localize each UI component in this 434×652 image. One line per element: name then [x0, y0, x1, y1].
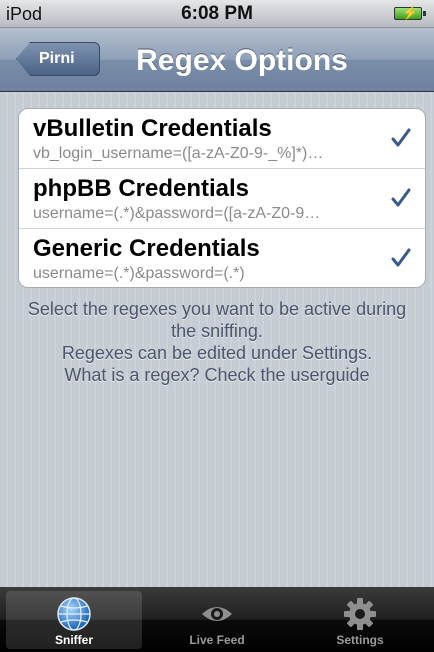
help-text: Select the regexes you want to be active… — [0, 298, 434, 386]
help-line: the sniffing. — [171, 321, 263, 341]
help-line: Select the regexes you want to be active… — [27, 299, 407, 319]
regex-title: phpBB Credentials — [33, 175, 250, 202]
regex-row-generic[interactable]: Generic Credentials username=(.*)&passwo… — [19, 229, 425, 287]
checkmark-icon — [391, 128, 411, 147]
regex-title: Generic Credentials — [33, 235, 260, 262]
eye-icon — [202, 607, 232, 621]
regex-list: vBulletin Credentials vb_login_username=… — [18, 108, 426, 288]
regex-pattern: username=(.*)&password=(.*) — [33, 265, 245, 282]
regex-pattern: vb_login_username=([a-zA-Z0-9-_%]*)… — [33, 145, 324, 162]
regex-row-phpbb[interactable]: phpBB Credentials username=(.*)&password… — [19, 169, 425, 229]
tab-bar: Sniffer Live Feed Settings — [0, 587, 434, 652]
clock: 6:08 PM — [181, 3, 253, 24]
regex-title: vBulletin Credentials — [33, 115, 272, 142]
battery-icon: ⚡ — [394, 5, 426, 20]
globe-icon — [57, 597, 91, 631]
regex-pattern: username=(.*)&password=([a-zA-Z0-9… — [33, 205, 321, 222]
tab-live-feed[interactable]: Live Feed — [149, 591, 285, 649]
regex-row-vbulletin[interactable]: vBulletin Credentials vb_login_username=… — [19, 109, 425, 169]
screen: iPod 6:08 PM ⚡ Pirni Regex Options vBull… — [0, 0, 434, 652]
page-title: Regex Options — [136, 44, 348, 77]
tab-settings[interactable]: Settings — [292, 591, 428, 649]
gear-icon — [344, 598, 376, 630]
checkmark-icon — [391, 188, 411, 207]
help-line: What is a regex? Check the userguide — [64, 365, 370, 385]
checkmark-icon — [391, 248, 411, 267]
navigation-bar: Pirni Regex Options — [0, 28, 434, 92]
tab-label: Sniffer — [54, 633, 93, 647]
tab-sniffer[interactable]: Sniffer — [6, 591, 142, 649]
help-line: Regexes can be edited under Settings. — [61, 343, 373, 363]
status-bar: iPod 6:08 PM ⚡ — [0, 0, 434, 28]
tab-label: Live Feed — [189, 633, 245, 647]
tab-label: Settings — [336, 633, 384, 647]
